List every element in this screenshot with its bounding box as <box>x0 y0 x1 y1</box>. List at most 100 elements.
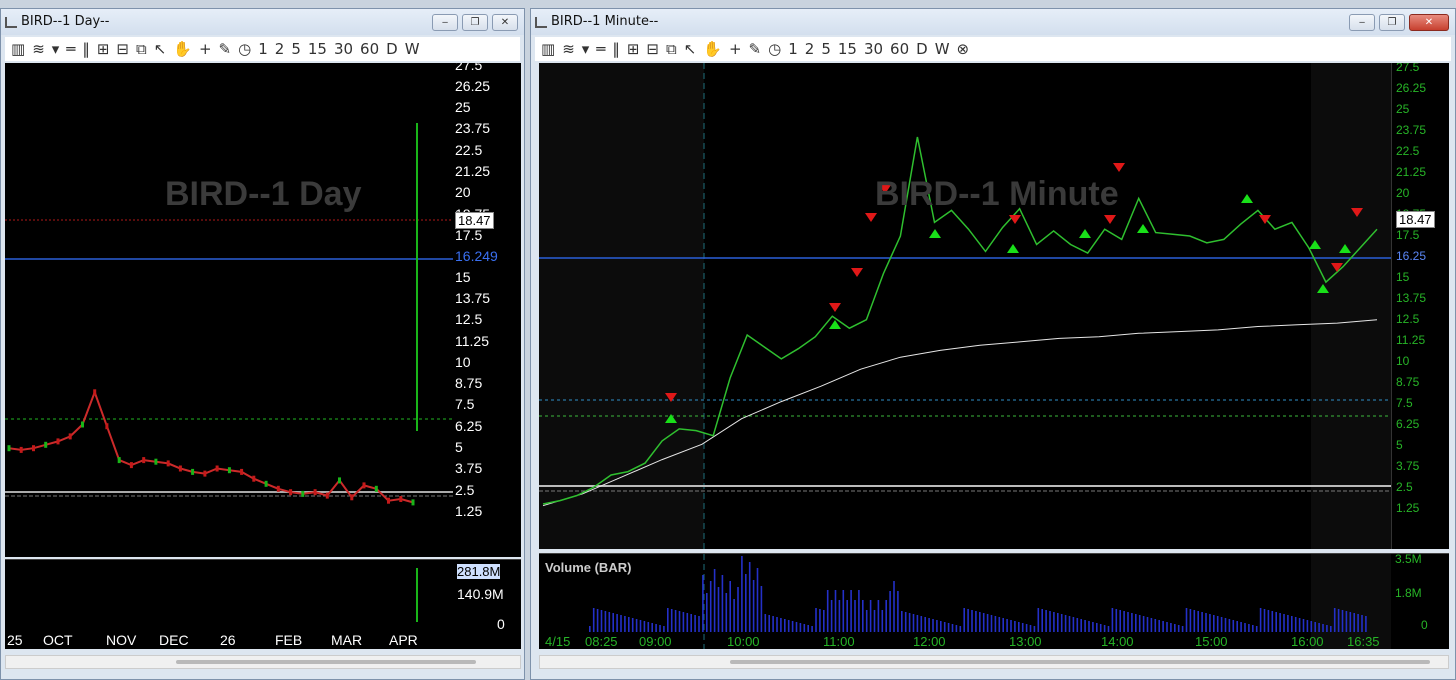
horizontal-scrollbar[interactable] <box>5 655 521 669</box>
zoom-in-icon[interactable]: ⊞ <box>625 40 642 58</box>
volume-bar <box>596 609 599 632</box>
volume-bar <box>916 615 919 632</box>
volume-bar <box>1162 621 1164 632</box>
price-tick: 17.5 <box>455 227 483 243</box>
zoom-out-icon[interactable]: ⊟ <box>644 40 661 58</box>
volume-bar <box>881 610 884 632</box>
timeframe-60[interactable]: 60 <box>888 40 911 58</box>
volume-bar <box>889 591 891 632</box>
crosshair-icon[interactable]: + <box>727 40 744 58</box>
volume-bar <box>768 615 770 632</box>
volume-bar <box>741 556 743 632</box>
clock-icon[interactable]: ◷ <box>236 40 253 58</box>
restore-button[interactable]: ❐ <box>1379 14 1405 31</box>
price-axis[interactable]: 27.5 26.25 25 23.75 22.5 21.25 20 18.75 … <box>1391 63 1449 549</box>
zoom-out-icon[interactable]: ⊟ <box>114 40 131 58</box>
timeframe-30[interactable]: 30 <box>332 40 355 58</box>
volume-bar <box>620 615 622 632</box>
split-icon[interactable]: ‖ <box>80 40 92 58</box>
cursor-icon[interactable]: ↖ <box>682 40 699 58</box>
timeframe-15[interactable]: 15 <box>836 40 859 58</box>
timeframe-2[interactable]: 2 <box>803 40 817 58</box>
title-bar[interactable]: BIRD--1 Minute-- ‒ ❐ ✕ <box>531 9 1455 35</box>
price-tick: 17.5 <box>1396 228 1420 242</box>
volume-bar <box>748 562 751 632</box>
volume-bar <box>904 612 907 632</box>
fit-icon[interactable]: ⧉ <box>134 40 149 58</box>
time-tick: 08:25 <box>585 634 618 649</box>
volume-bar <box>1123 611 1125 632</box>
price-tick: 5 <box>455 439 463 455</box>
timeframe-1[interactable]: 1 <box>256 40 270 58</box>
close-button[interactable]: ✕ <box>1409 14 1449 31</box>
lines-icon[interactable]: ═ <box>64 40 77 58</box>
pencil-icon[interactable]: ✎ <box>217 40 234 58</box>
price-tick: 26.25 <box>455 78 491 94</box>
volume-bar <box>1330 626 1332 632</box>
timeframe-2[interactable]: 2 <box>273 40 287 58</box>
minimize-button[interactable]: ‒ <box>1349 14 1375 31</box>
draw-dropdown-icon[interactable]: ▾ <box>50 40 62 58</box>
volume-pane[interactable]: Volume (BAR) 3.5M 1.8M 0 4/15 08:25 09:0… <box>539 553 1449 649</box>
title-bar[interactable]: BIRD--1 Day-- ‒ ❐ ✕ <box>1 9 524 35</box>
draw-dropdown-icon[interactable]: ▾ <box>580 40 592 58</box>
daily-candle <box>93 389 97 396</box>
price-tick: 8.75 <box>455 375 483 391</box>
volume-bar <box>670 609 673 632</box>
timeframe-15[interactable]: 15 <box>306 40 329 58</box>
timeframe-1[interactable]: 1 <box>786 40 800 58</box>
line-style-icon[interactable]: ≋ <box>30 40 47 58</box>
volume-bars <box>589 556 1367 632</box>
scroll-thumb[interactable] <box>730 660 1430 664</box>
lines-icon[interactable]: ═ <box>594 40 607 58</box>
volume-tick: 281.8M <box>457 564 501 579</box>
timeframe-w[interactable]: W <box>933 40 952 58</box>
clock-icon[interactable]: ◷ <box>766 40 783 58</box>
timeframe-d[interactable]: D <box>384 40 400 58</box>
timeframe-5[interactable]: 5 <box>289 40 303 58</box>
timeframe-5[interactable]: 5 <box>819 40 833 58</box>
zoom-in-icon[interactable]: ⊞ <box>95 40 112 58</box>
daily-price-pane[interactable]: BIRD--1 Day 27.5 26.25 25 23.75 22.5 21.… <box>5 63 521 557</box>
hand-icon[interactable]: ✋ <box>171 40 194 58</box>
daily-candle <box>215 465 219 472</box>
pencil-icon[interactable]: ✎ <box>747 40 764 58</box>
timeframe-30[interactable]: 30 <box>862 40 885 58</box>
volume-bar <box>1060 614 1063 632</box>
scroll-thumb[interactable] <box>176 660 476 664</box>
minimize-button[interactable]: ‒ <box>432 14 458 31</box>
timeframe-w[interactable]: W <box>403 40 422 58</box>
close-button[interactable]: ✕ <box>492 14 518 31</box>
bar-chart-icon[interactable]: ▥ <box>9 40 27 58</box>
volume-bar <box>862 600 864 632</box>
price-axis[interactable]: 27.5 26.25 25 23.75 22.5 21.25 20 18.75 … <box>453 63 521 557</box>
volume-bar <box>893 581 895 632</box>
volume-bar <box>1025 624 1028 632</box>
buy-signal <box>1007 244 1019 253</box>
timeframe-60[interactable]: 60 <box>358 40 381 58</box>
close-circle-icon[interactable]: ⊗ <box>955 40 972 58</box>
timeframe-d[interactable]: D <box>914 40 930 58</box>
bar-chart-icon[interactable]: ▥ <box>539 40 557 58</box>
cursor-icon[interactable]: ↖ <box>152 40 169 58</box>
buy-signal <box>1079 229 1091 238</box>
restore-button[interactable]: ❐ <box>462 14 488 31</box>
price-tick: 10 <box>455 354 471 370</box>
horizontal-scrollbar[interactable] <box>539 655 1449 669</box>
daily-volume-pane[interactable]: 281.8M 140.9M 0 25 OCT NOV DEC 26 FEB MA… <box>5 559 521 649</box>
hand-icon[interactable]: ✋ <box>701 40 724 58</box>
last-price-badge: 18.47 <box>455 212 494 229</box>
price-tick: 15 <box>1396 270 1410 284</box>
minute-price-pane[interactable]: BIRD--1 Minute 27.5 26.25 25 23.75 22.5 … <box>539 63 1449 549</box>
volume-bar <box>756 568 759 632</box>
volume-bar <box>1287 615 1289 632</box>
volume-bar <box>877 600 880 632</box>
volume-bar <box>694 615 696 632</box>
volume-bar <box>639 620 642 632</box>
fit-icon[interactable]: ⧉ <box>664 40 679 58</box>
split-icon[interactable]: ‖ <box>610 40 622 58</box>
price-tick: 11.25 <box>455 333 489 349</box>
line-style-icon[interactable]: ≋ <box>560 40 577 58</box>
crosshair-icon[interactable]: + <box>197 40 214 58</box>
daily-candle <box>129 462 133 469</box>
